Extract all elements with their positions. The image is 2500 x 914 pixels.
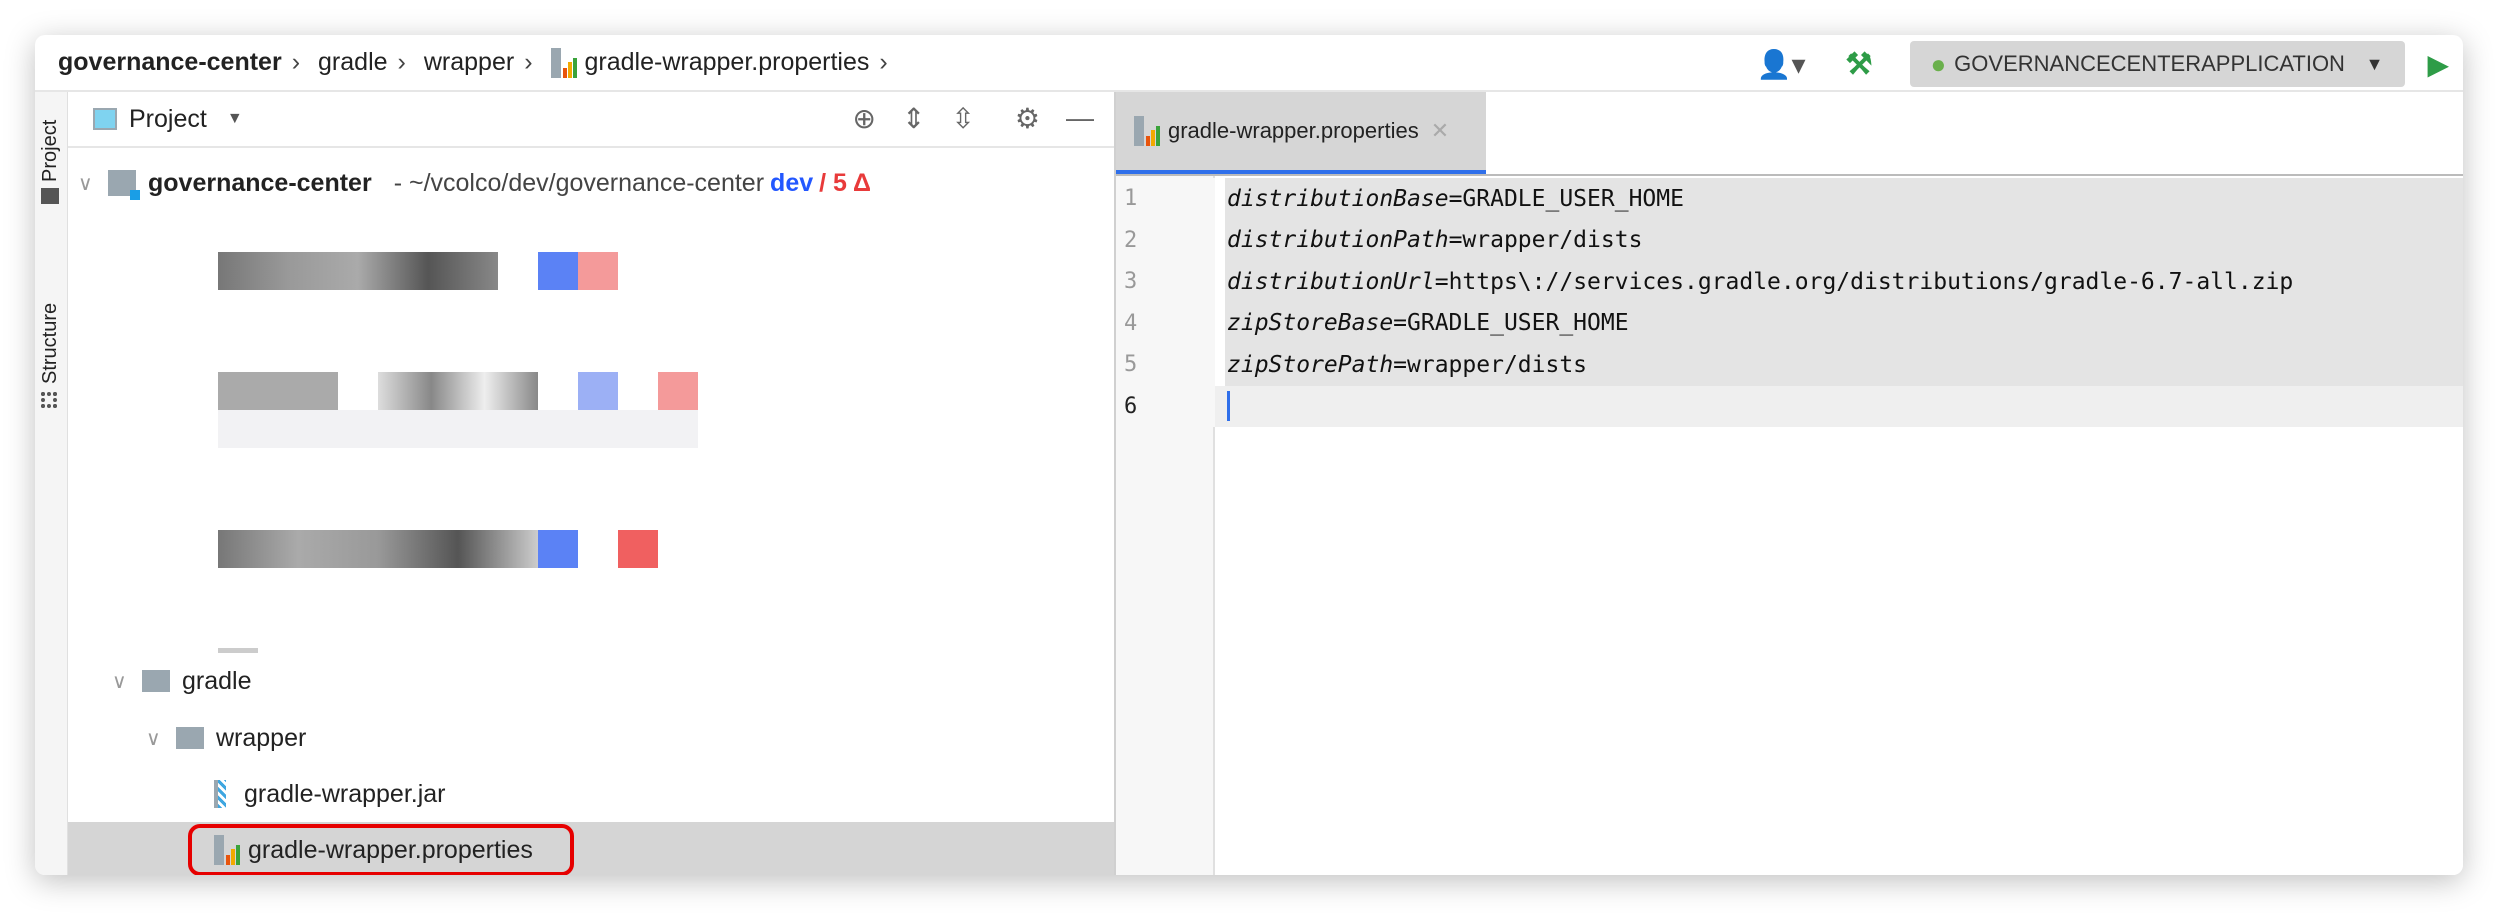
tree-item-gradle-wrapper-properties[interactable]: gradle-wrapper.properties xyxy=(68,822,1114,875)
git-changes: / 5 Δ xyxy=(819,168,871,197)
chevron-down-icon[interactable]: ∨ xyxy=(146,726,176,751)
folder-icon xyxy=(41,188,59,204)
tool-window-stripe: Project Structure xyxy=(35,92,68,875)
ide-window: governance-center › gradle › wrapper › grad… xyxy=(35,35,2463,875)
property-key: distributionPath xyxy=(1227,227,1449,254)
property-value: =https\://services.gradle.org/distributi… xyxy=(1434,268,2294,295)
structure-tool-tab[interactable]: Structure xyxy=(39,303,62,384)
chevron-down-icon: ▼ xyxy=(2365,53,2384,74)
code-text: distributionPath=wrapper/dists xyxy=(1215,227,1642,253)
run-configuration-dropdown[interactable]: ● GOVERNANCECENTERAPPLICATION ▼ xyxy=(1910,41,2406,87)
code-line[interactable]: 3 distributionUrl=https\://services.gradl… xyxy=(1116,261,2463,303)
code-text: zipStoreBase=GRADLE_USER_HOME xyxy=(1215,310,1629,336)
root-name: governance-center xyxy=(148,168,372,197)
properties-file-icon xyxy=(550,47,577,78)
code-line[interactable]: 6 xyxy=(1116,385,2463,427)
line-number: 5 xyxy=(1124,352,1138,378)
project-view-icon xyxy=(93,108,117,130)
expand-all-icon[interactable]: ⇕ xyxy=(902,102,925,135)
code-text: zipStorePath=wrapper/dists xyxy=(1215,352,1587,378)
properties-file-icon xyxy=(1134,116,1160,146)
project-tool-tab[interactable]: Project xyxy=(39,120,62,182)
breadcrumb-item[interactable]: gradle-wrapper.properties xyxy=(585,48,870,77)
tree-item-wrapper[interactable]: ∨ wrapper xyxy=(68,711,1114,765)
property-key: zipStoreBase xyxy=(1227,310,1394,337)
tree-root[interactable]: ∨ governance-center - ~/vcolco/dev/gover… xyxy=(68,156,1114,210)
run-config-label: GOVERNANCECENTERAPPLICATION xyxy=(1954,51,2345,76)
project-panel-header: Project ▼ ⊕ ⇕ ⇳ ⚙ — xyxy=(68,92,1114,148)
code-line[interactable]: 2 distributionPath=wrapper/dists xyxy=(1116,219,2463,261)
project-view-selector[interactable]: Project xyxy=(129,105,207,134)
divider xyxy=(1116,174,2463,176)
property-value: =wrapper/dists xyxy=(1393,351,1588,378)
tree-item-label: gradle xyxy=(182,666,252,695)
folder-icon xyxy=(176,727,204,749)
code-text xyxy=(1215,391,1230,422)
property-value: =GRADLE_USER_HOME xyxy=(1448,185,1684,212)
breadcrumb-item[interactable]: governance-center xyxy=(58,48,282,77)
line-number: 1 xyxy=(1124,186,1138,212)
code-line[interactable]: 1 distributionBase=GRADLE_USER_HOME xyxy=(1116,178,2463,220)
run-icon[interactable]: ▶ xyxy=(2427,48,2449,81)
breadcrumb-item[interactable]: wrapper xyxy=(424,48,514,77)
property-key: zipStorePath xyxy=(1227,351,1394,378)
gear-icon[interactable]: ⚙ xyxy=(1015,102,1040,135)
collapse-all-icon[interactable]: ⇳ xyxy=(951,102,974,135)
chevron-down-icon[interactable]: ▼ xyxy=(227,110,243,128)
code-line[interactable]: 4 zipStoreBase=GRADLE_USER_HOME xyxy=(1116,302,2463,344)
code-line[interactable]: 5 zipStorePath=wrapper/dists xyxy=(1116,344,2463,386)
property-value: =GRADLE_USER_HOME xyxy=(1393,310,1629,337)
property-key: distributionBase xyxy=(1227,185,1449,212)
root-path: - ~/vcolco/dev/governance-center xyxy=(393,168,765,197)
tree-item-gradle-wrapper-jar[interactable]: gradle-wrapper.jar xyxy=(68,767,1114,821)
code-text: distributionBase=GRADLE_USER_HOME xyxy=(1215,186,1684,212)
property-value: =wrapper/dists xyxy=(1448,227,1643,254)
line-number: 4 xyxy=(1124,310,1138,336)
folder-icon xyxy=(142,670,170,692)
structure-icon xyxy=(41,392,57,408)
user-icon[interactable]: 👤▾ xyxy=(1757,48,1806,81)
close-icon[interactable]: ✕ xyxy=(1431,118,1449,144)
project-panel: Project ▼ ⊕ ⇕ ⇳ ⚙ — ∨ governance-center … xyxy=(68,92,1116,875)
minimize-icon[interactable]: — xyxy=(1066,102,1094,135)
tab-label: gradle-wrapper.properties xyxy=(1168,118,1419,143)
text-cursor xyxy=(1227,391,1230,422)
tree-item-label: wrapper xyxy=(216,723,307,752)
property-key: distributionUrl xyxy=(1227,268,1435,295)
line-number: 2 xyxy=(1124,227,1138,253)
hammer-build-icon[interactable]: ⚒ xyxy=(1846,47,1873,82)
code-text: distributionUrl=https\://services.gradle… xyxy=(1215,269,2293,295)
chevron-down-icon[interactable]: ∨ xyxy=(78,171,108,196)
chevron-down-icon[interactable]: ∨ xyxy=(112,669,142,694)
jar-file-icon xyxy=(214,780,226,808)
tree-item-label: gradle-wrapper.jar xyxy=(244,779,446,808)
properties-file-icon xyxy=(214,835,240,865)
line-number: 6 xyxy=(1124,393,1138,419)
locate-icon[interactable]: ⊕ xyxy=(852,102,875,135)
editor: gradle-wrapper.properties ✕ 1 distributio… xyxy=(1116,92,2463,875)
breadcrumb-item[interactable]: gradle xyxy=(318,48,388,77)
breadcrumb: governance-center › gradle › wrapper › grad… xyxy=(35,35,2463,92)
tree-item-gradle[interactable]: ∨ gradle xyxy=(68,654,1114,708)
editor-tab[interactable]: gradle-wrapper.properties ✕ xyxy=(1116,92,1486,174)
line-number: 3 xyxy=(1124,269,1138,295)
highlight-box xyxy=(188,824,574,875)
git-branch: dev xyxy=(770,168,814,197)
spring-boot-icon: ● xyxy=(1930,48,1947,79)
module-folder-icon xyxy=(108,170,140,200)
